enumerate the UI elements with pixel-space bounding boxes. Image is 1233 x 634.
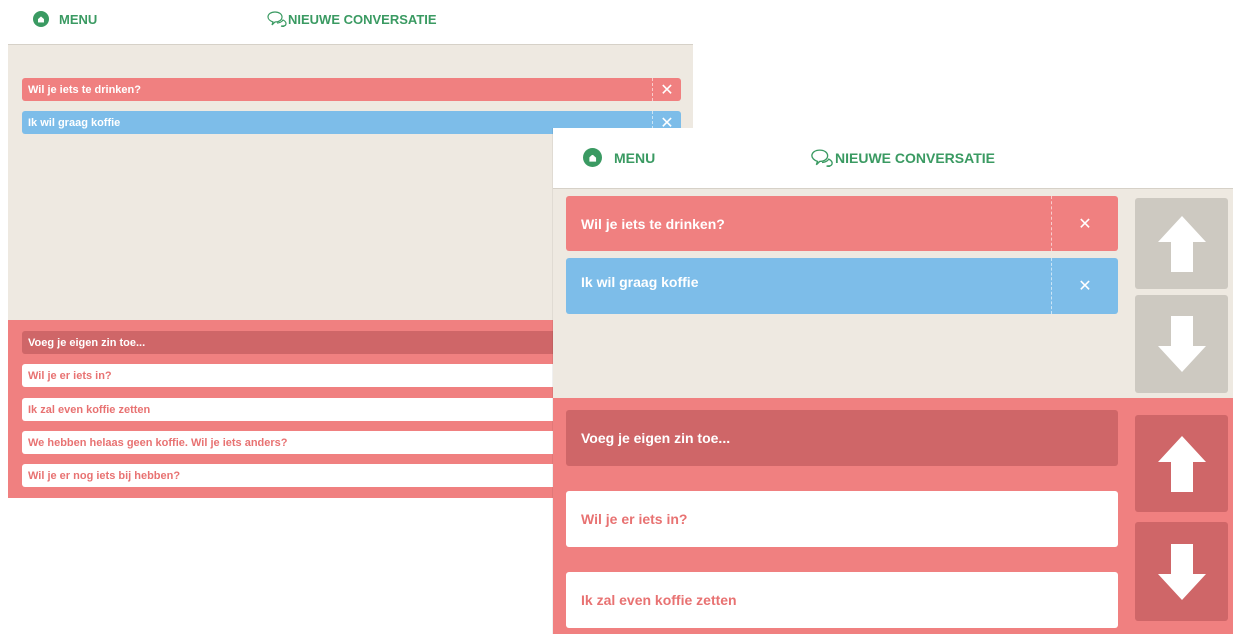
message-text: Wil je iets te drinken? [581, 215, 725, 232]
suggestion-text: Wil je er iets in? [581, 511, 688, 527]
large-conversation-message[interactable]: Ik wil graag koffie ✕ [566, 258, 1118, 314]
message-text: Ik wil graag koffie [581, 274, 699, 290]
conversation-scroll-up-button[interactable] [1135, 198, 1228, 289]
large-new-conversation-button[interactable]: NIEUWE CONVERSATIE [809, 149, 995, 167]
suggestion-item[interactable]: Ik zal even koffie zetten [566, 572, 1118, 628]
menu-label: MENU [614, 149, 656, 166]
suggestion-text: Wil je er nog iets bij hebben? [28, 469, 181, 482]
large-app-window: MENU NIEUWE CONVERSATIE Wil je iets te d… [553, 128, 1233, 634]
arrow-down-icon [1157, 543, 1206, 600]
arrow-down-icon [1157, 316, 1206, 372]
small-new-conversation-button[interactable]: NIEUWE CONVERSATIE [266, 11, 437, 27]
suggestion-item[interactable]: Wil je er iets in? [566, 491, 1118, 547]
large-conversation-message[interactable]: Wil je iets te drinken? ✕ [566, 196, 1118, 251]
conversation-scroll-down-button[interactable] [1135, 295, 1228, 393]
close-icon[interactable]: ✕ [1052, 258, 1118, 314]
close-icon[interactable]: ✕ [653, 78, 681, 101]
small-menu-button[interactable]: MENU [33, 11, 97, 27]
home-icon [583, 148, 602, 167]
message-text: Wil je iets te drinken? [28, 83, 141, 96]
chat-bubbles-icon [267, 11, 287, 27]
add-own-sentence-button[interactable]: Voeg je eigen zin toe... [566, 410, 1118, 466]
small-topbar: MENU NIEUWE CONVERSATIE [8, 0, 693, 44]
suggestion-item[interactable]: Wil je er iets in? [22, 364, 622, 387]
suggestions-scroll-down-button[interactable] [1135, 522, 1228, 621]
large-conversation-area: Wil je iets te drinken? ✕ Ik wil graag k… [553, 189, 1233, 409]
message-text: Ik wil graag koffie [28, 116, 121, 129]
suggestion-text: Wil je er iets in? [28, 369, 112, 382]
suggestions-scroll-up-button[interactable] [1135, 415, 1228, 512]
suggestion-text: We hebben helaas geen koffie. Wil je iet… [28, 436, 288, 449]
close-icon[interactable]: ✕ [1052, 196, 1118, 251]
arrow-up-icon [1157, 435, 1206, 492]
home-icon [33, 11, 49, 27]
new-conversation-label: NIEUWE CONVERSATIE [835, 150, 995, 166]
chat-bubbles-icon [811, 149, 833, 167]
new-conversation-label: NIEUWE CONVERSATIE [288, 11, 437, 27]
suggestion-item[interactable]: Wil je er nog iets bij hebben? [22, 464, 622, 487]
large-menu-button[interactable]: MENU [583, 148, 655, 167]
large-suggestions-area: Voeg je eigen zin toe... Wil je er iets … [553, 398, 1233, 634]
suggestion-text: Ik zal even koffie zetten [581, 592, 737, 608]
add-own-sentence-button[interactable]: Voeg je eigen zin toe... [22, 331, 622, 354]
menu-label: MENU [59, 11, 98, 27]
suggestion-text: Ik zal even koffie zetten [28, 403, 151, 416]
large-topbar: MENU NIEUWE CONVERSATIE [553, 128, 1233, 188]
add-own-label: Voeg je eigen zin toe... [581, 430, 731, 446]
add-own-label: Voeg je eigen zin toe... [28, 336, 146, 349]
suggestion-item[interactable]: We hebben helaas geen koffie. Wil je iet… [22, 431, 622, 454]
small-conversation-message[interactable]: Wil je iets te drinken? ✕ [22, 78, 681, 101]
suggestion-item[interactable]: Ik zal even koffie zetten [22, 398, 622, 421]
arrow-up-icon [1157, 215, 1206, 272]
